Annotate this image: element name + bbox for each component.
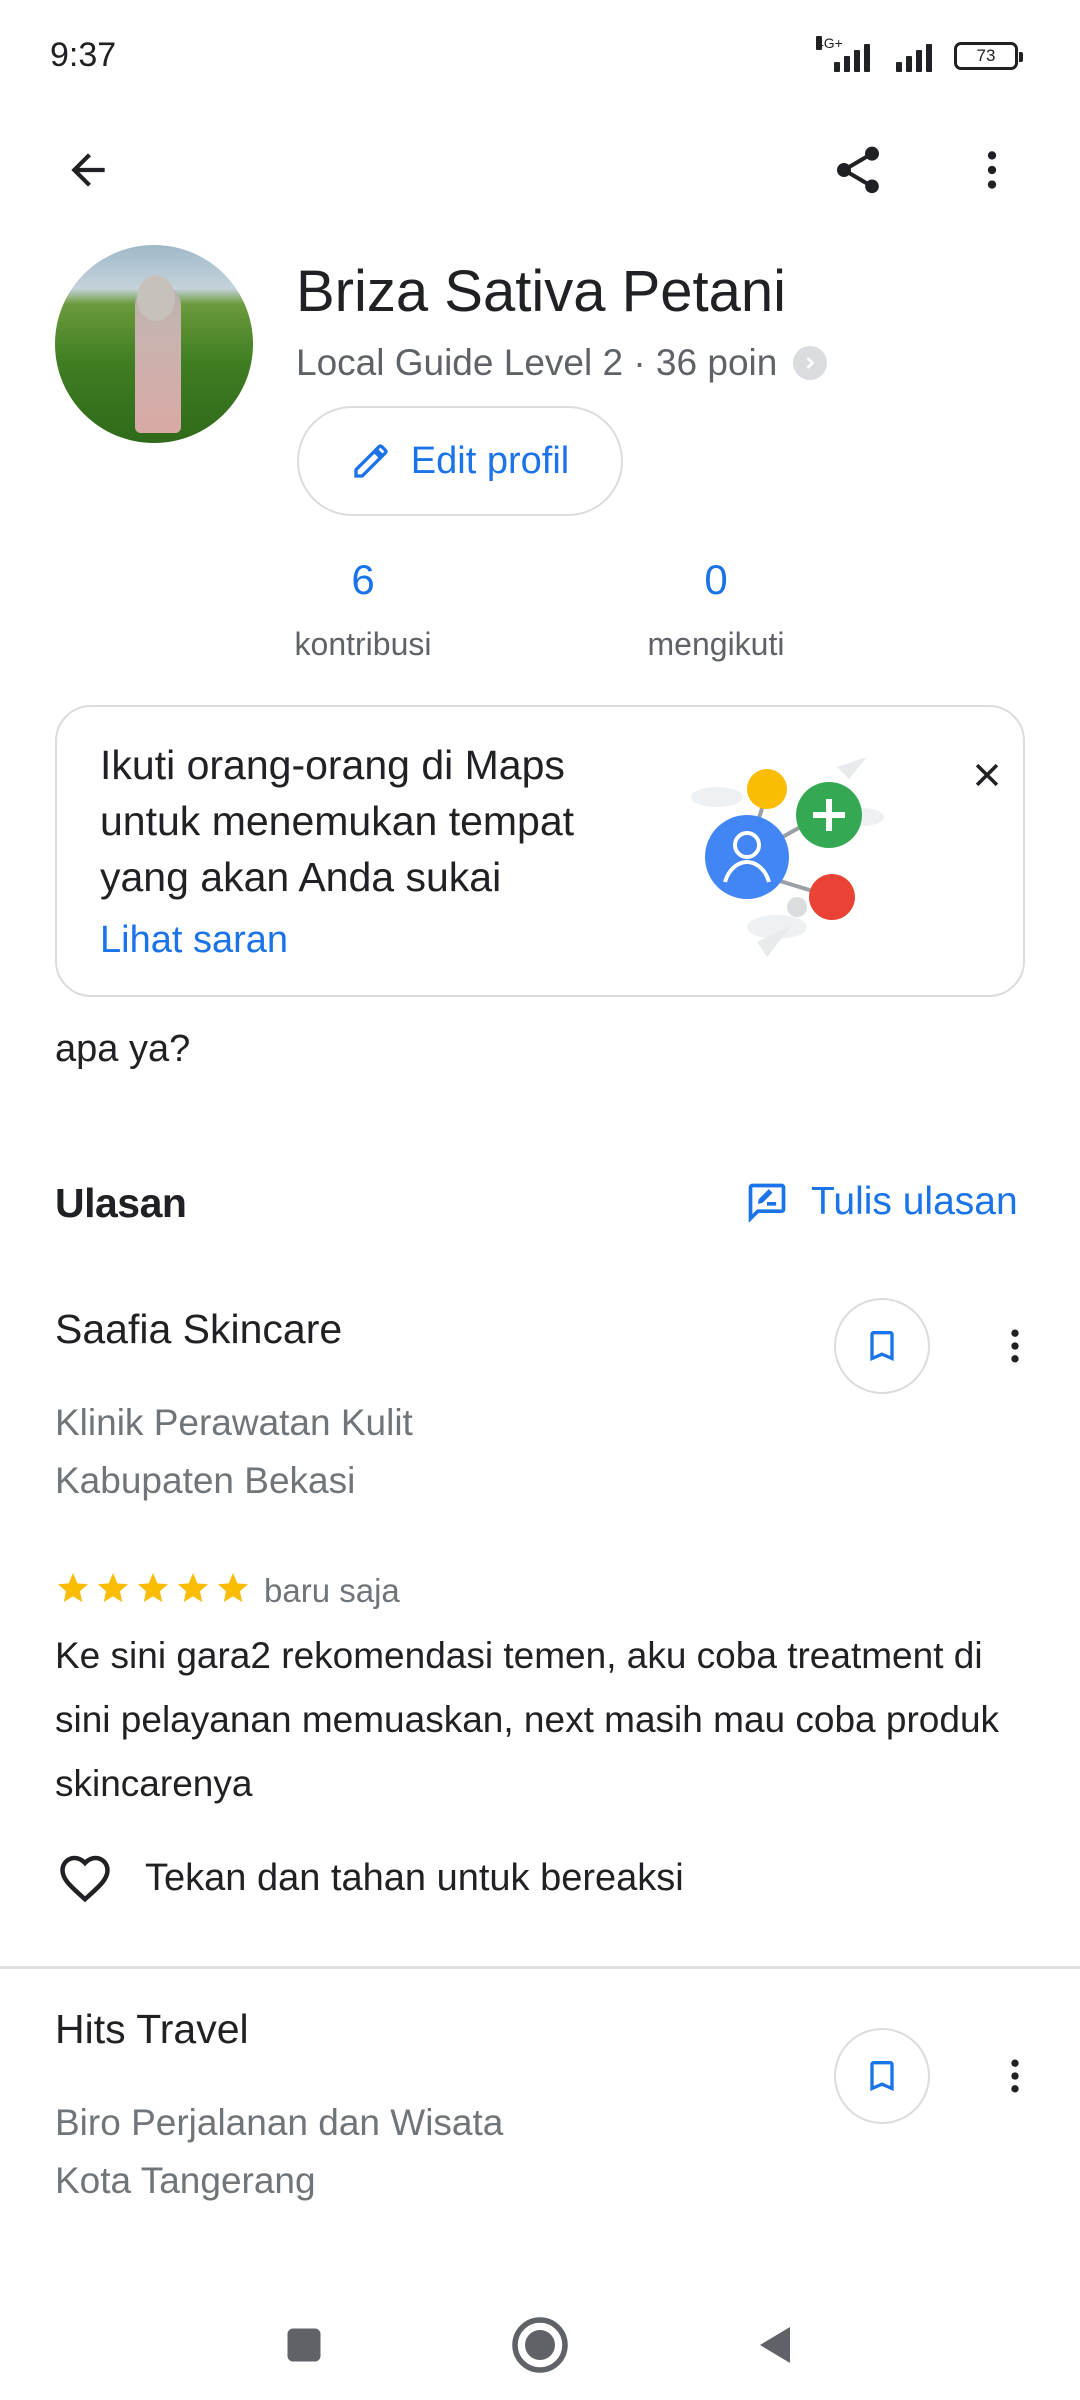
signal-4g-icon: 4G+ xyxy=(816,36,876,72)
system-navigation-bar xyxy=(0,2290,1080,2400)
star-icon xyxy=(178,1573,208,1602)
stat-label: mengikuti xyxy=(647,626,785,662)
more-options-button[interactable] xyxy=(952,130,1032,210)
more-vert-icon xyxy=(1011,1329,1019,1363)
back-nav-button[interactable] xyxy=(736,2305,816,2385)
write-review-label: Tulis ulasan xyxy=(811,1180,1018,1223)
star-icon xyxy=(138,1573,168,1602)
home-circle-icon xyxy=(512,2317,568,2373)
local-guide-level[interactable]: Local Guide Level 2 · 36 poin xyxy=(296,342,828,384)
edit-profile-button[interactable]: Edit profil xyxy=(297,406,623,516)
bookmark-icon xyxy=(870,2061,894,2091)
star-icon xyxy=(218,1573,248,1602)
back-button[interactable] xyxy=(48,130,128,210)
level-text: Local Guide Level 2 · 36 poin xyxy=(296,342,778,383)
follow-suggestion-card: Ikuti orang-orang di Maps untuk menemuka… xyxy=(55,705,1025,997)
write-review-button[interactable]: Tulis ulasan xyxy=(745,1180,1018,1224)
review-place-location: Kabupaten Bekasi xyxy=(55,1460,356,1501)
heart-outline-icon xyxy=(60,1855,110,1903)
review-place-category: Klinik Perawatan Kulit xyxy=(55,1402,413,1443)
profile-name: Briza Sativa Petani xyxy=(296,259,787,324)
status-time: 9:37 xyxy=(50,36,117,74)
more-vert-icon xyxy=(1011,2059,1019,2093)
chevron-right-icon xyxy=(793,346,828,380)
review-text: Ke sini gara2 rekomendasi temen, aku cob… xyxy=(55,1635,1000,1804)
stat-value: 0 xyxy=(704,556,728,603)
close-suggestion-button[interactable] xyxy=(957,745,1017,805)
share-icon xyxy=(837,146,879,194)
edit-profile-label: Edit profil xyxy=(410,439,570,482)
review-more-button[interactable] xyxy=(985,1306,1045,1386)
react-label: Tekan dan tahan untuk bereaksi xyxy=(145,1856,684,1899)
stat-contributions[interactable]: 6 kontribusi xyxy=(243,556,483,663)
review-time: baru saja xyxy=(264,1572,400,1609)
more-vert-icon xyxy=(987,151,997,189)
profile-bio: apa ya? xyxy=(55,1028,191,1070)
close-icon xyxy=(975,763,999,787)
star-icon xyxy=(58,1573,88,1602)
save-place-button[interactable] xyxy=(834,1298,930,1394)
suggestion-text: Ikuti orang-orang di Maps untuk menemuka… xyxy=(100,742,575,900)
arrow-back-icon xyxy=(71,153,105,187)
triangle-back-icon xyxy=(760,2327,790,2363)
pencil-icon xyxy=(354,444,388,478)
star-rating xyxy=(55,1570,251,1606)
battery-level: 73 xyxy=(976,46,996,65)
square-icon xyxy=(287,2328,321,2362)
avatar-head xyxy=(137,275,175,321)
review-place-name[interactable]: Saafia Skincare xyxy=(55,1306,342,1353)
status-icons: 4G+ 73 xyxy=(816,36,1023,72)
review-place-category: Biro Perjalanan dan Wisata xyxy=(55,2102,504,2143)
people-network-illustration xyxy=(691,757,884,957)
home-button[interactable] xyxy=(500,2305,580,2385)
signal-icon xyxy=(890,40,940,72)
see-suggestions-link[interactable]: Lihat saran xyxy=(100,919,288,962)
stat-label: kontribusi xyxy=(294,626,432,662)
review-place-name[interactable]: Hits Travel xyxy=(55,2006,249,2053)
battery-icon: 73 xyxy=(954,42,1023,70)
share-button[interactable] xyxy=(818,130,898,210)
avatar[interactable] xyxy=(55,245,253,443)
rate-review-icon xyxy=(748,1183,786,1223)
reviews-section-title: Ulasan xyxy=(55,1180,187,1226)
bookmark-icon xyxy=(870,1331,894,1361)
status-bar: 9:37 4G+ 73 xyxy=(0,0,1080,110)
stat-following[interactable]: 0 mengikuti xyxy=(596,556,836,663)
top-app-bar xyxy=(0,120,1080,220)
stat-value: 6 xyxy=(351,556,375,603)
review-place-location: Kota Tangerang xyxy=(55,2160,316,2201)
network-label: 4G+ xyxy=(816,35,843,51)
star-icon xyxy=(98,1573,128,1602)
save-place-button[interactable] xyxy=(834,2028,930,2124)
review-more-button[interactable] xyxy=(985,2036,1045,2116)
recents-button[interactable] xyxy=(264,2305,344,2385)
divider xyxy=(0,1966,1080,1969)
react-button[interactable]: Tekan dan tahan untuk bereaksi xyxy=(55,1848,684,1908)
